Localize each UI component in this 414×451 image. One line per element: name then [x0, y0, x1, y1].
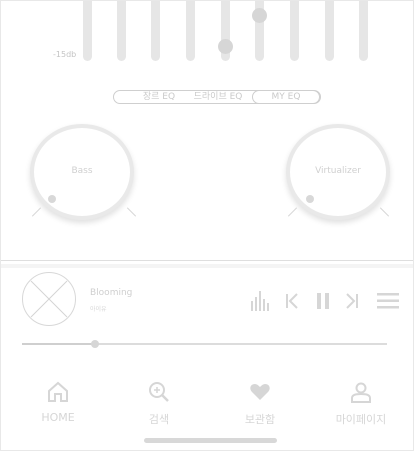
app-frame: -15db 장르 EQ 드라이브 EQ MY EQ Bass Virtualiz… [0, 0, 414, 451]
bass-knob[interactable]: Bass [30, 124, 134, 224]
pause-icon[interactable] [315, 292, 331, 310]
nav-home-label: HOME [41, 411, 75, 424]
nav-search[interactable]: 검색 [124, 381, 194, 427]
eq-band-slider[interactable] [83, 1, 92, 61]
album-placeholder-icon [30, 280, 68, 318]
eq-band-slider[interactable] [359, 1, 368, 61]
nav-mypage[interactable]: 마이페이지 [326, 381, 396, 427]
heart-icon [250, 384, 270, 400]
virtualizer-knob-label: Virtualizer [315, 166, 361, 176]
user-icon [351, 382, 371, 403]
bass-knob-label: Bass [71, 166, 93, 176]
nav-search-label: 검색 [148, 413, 170, 426]
home-indicator [144, 438, 277, 443]
player-top-shadow [1, 264, 413, 268]
eq-band-slider[interactable] [290, 1, 299, 61]
progress-fill [22, 343, 95, 345]
nav-home[interactable]: HOME [23, 381, 93, 424]
eq-preset-tabs: 장르 EQ 드라이브 EQ MY EQ [113, 90, 321, 104]
equalizer-icon[interactable] [250, 291, 272, 311]
nav-library-label: 보관함 [244, 413, 276, 426]
song-artist: 아이유 [90, 306, 107, 313]
next-track-icon[interactable] [345, 293, 359, 309]
playlist-menu-icon[interactable] [377, 292, 399, 310]
progress-thumb[interactable] [91, 340, 99, 348]
previous-track-icon[interactable] [285, 293, 299, 309]
virtualizer-knob-indicator [306, 195, 314, 203]
tab-drive-eq[interactable]: 드라이브 EQ [188, 91, 248, 103]
eq-band-slider[interactable] [151, 1, 160, 61]
nav-library[interactable]: 보관함 [225, 381, 295, 427]
eq-band-slider[interactable] [325, 1, 334, 61]
search-icon [149, 382, 169, 402]
home-icon [48, 381, 68, 402]
album-art[interactable] [22, 272, 76, 326]
song-title: Blooming [90, 288, 133, 298]
eq-band-slider[interactable] [186, 1, 195, 61]
section-divider [1, 260, 413, 261]
virtualizer-knob[interactable]: Virtualizer [286, 124, 390, 224]
eq-band-slider[interactable] [117, 1, 126, 61]
nav-mypage-label: 마이페이지 [335, 413, 387, 426]
eq-band-thumb[interactable] [252, 8, 267, 23]
tab-genre-eq[interactable]: 장르 EQ [134, 91, 184, 103]
eq-band-thumb[interactable] [218, 39, 233, 54]
tab-my-eq[interactable]: MY EQ [252, 90, 320, 104]
bass-knob-indicator [48, 195, 56, 203]
db-scale-label: -15db [53, 50, 77, 59]
progress-bar[interactable] [22, 340, 387, 348]
